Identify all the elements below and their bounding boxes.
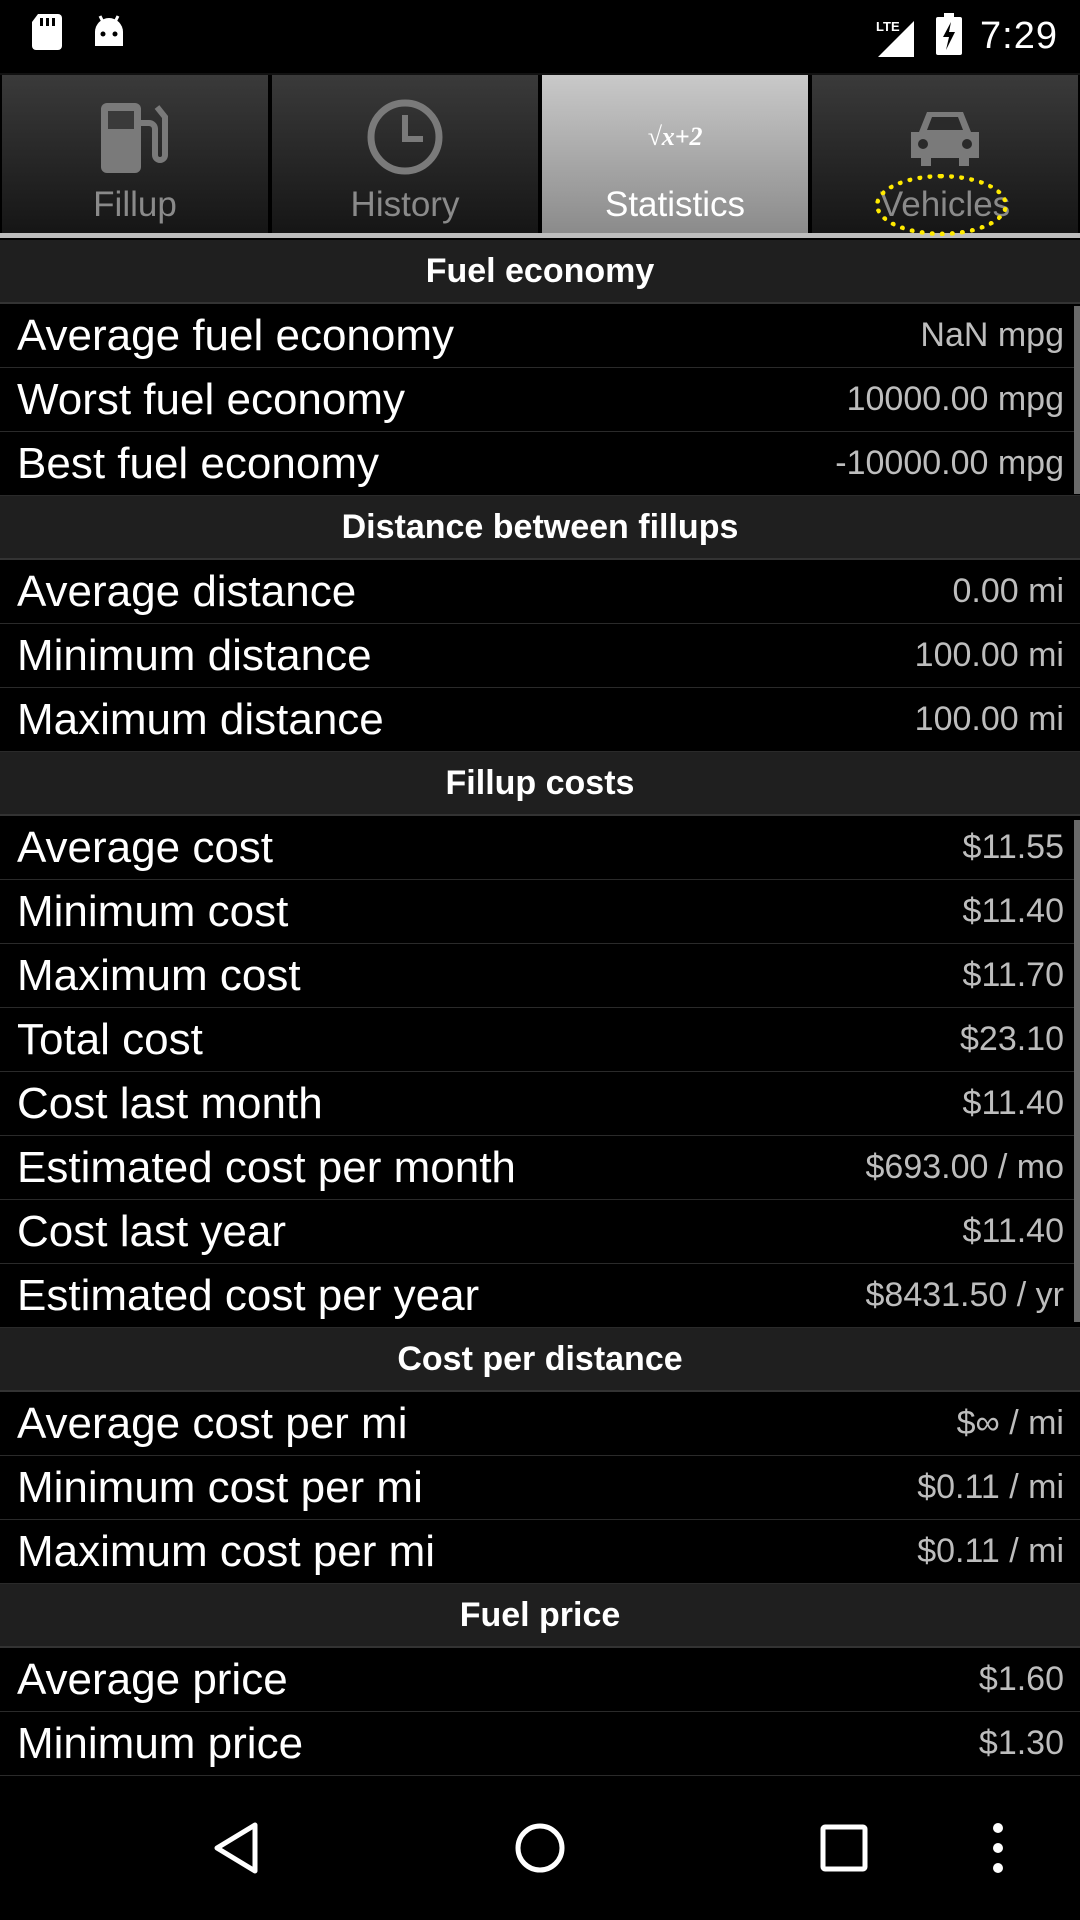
tab-fillup[interactable]: Fillup xyxy=(0,75,270,235)
stat-value: $0.11 / mi xyxy=(917,1468,1064,1506)
stat-row: Minimum distance 100.00 mi xyxy=(0,624,1080,688)
battery-charging-icon xyxy=(936,13,963,60)
signal-icon: LTE xyxy=(874,15,918,59)
stat-row: Maximum distance 100.00 mi xyxy=(0,688,1080,752)
overflow-menu-button[interactable] xyxy=(948,1780,1048,1920)
stat-row: Total cost $23.10 xyxy=(0,1008,1080,1072)
stat-value: $11.40 xyxy=(962,1084,1064,1122)
stat-row: Minimum price $1.30 xyxy=(0,1712,1080,1776)
stat-value: NaN mpg xyxy=(920,316,1064,354)
overflow-menu-icon xyxy=(991,1821,1005,1880)
stat-value: $11.40 xyxy=(962,892,1064,930)
stat-row: Minimum cost $11.40 xyxy=(0,880,1080,944)
stat-value: 100.00 mi xyxy=(914,636,1064,674)
scrollbar[interactable] xyxy=(1074,820,1080,1322)
stat-value: $11.55 xyxy=(962,828,1064,866)
stat-row: Cost last year $11.40 xyxy=(0,1200,1080,1264)
stat-label: Maximum distance xyxy=(17,694,384,744)
stat-label: Maximum cost per mi xyxy=(17,1526,436,1576)
home-button[interactable] xyxy=(460,1780,620,1920)
tap-highlight-marker xyxy=(875,174,1008,236)
stat-value: $8431.50 / yr xyxy=(865,1276,1064,1314)
recents-icon xyxy=(819,1823,869,1878)
stat-row: Estimated cost per year $8431.50 / yr xyxy=(0,1264,1080,1328)
back-icon xyxy=(211,1821,261,1880)
tab-label: Statistics xyxy=(604,185,746,224)
stat-label: Estimated cost per month xyxy=(17,1142,516,1192)
stat-label: Minimum cost xyxy=(17,886,289,936)
back-button[interactable] xyxy=(156,1780,316,1920)
stat-row: Average cost $11.55 xyxy=(0,816,1080,880)
fuel-pump-icon xyxy=(95,97,175,177)
home-icon xyxy=(513,1821,567,1880)
stat-value: $693.00 / mo xyxy=(865,1148,1064,1186)
section-header: Fillup costs xyxy=(0,752,1080,816)
section-distance: Distance between fillups Average distanc… xyxy=(0,496,1080,752)
stat-label: Best fuel economy xyxy=(17,438,379,488)
stat-row: Average cost per mi $∞ / mi xyxy=(0,1392,1080,1456)
clock-icon xyxy=(365,97,445,177)
stat-row: Maximum cost per mi $0.11 / mi xyxy=(0,1520,1080,1584)
android-debug-icon xyxy=(92,12,126,55)
section-header: Cost per distance xyxy=(0,1328,1080,1392)
stat-label: Minimum distance xyxy=(17,630,372,680)
section-fillup-costs: Fillup costs Average cost $11.55 Minimum … xyxy=(0,752,1080,1328)
clock-time: 7:29 xyxy=(980,15,1058,57)
stat-label: Average fuel economy xyxy=(17,310,455,360)
section-header: Fuel economy xyxy=(0,240,1080,304)
stat-row: Worst fuel economy 10000.00 mpg xyxy=(0,368,1080,432)
scrollbar[interactable] xyxy=(1074,306,1080,494)
stat-value: 100.00 mi xyxy=(914,700,1064,738)
stat-row: Average fuel economy NaN mpg xyxy=(0,304,1080,368)
stat-label: Average cost per mi xyxy=(17,1398,408,1448)
stat-label: Average price xyxy=(17,1654,288,1704)
stat-value: 0.00 mi xyxy=(952,572,1065,610)
section-cost-per-distance: Cost per distance Average cost per mi $∞ … xyxy=(0,1328,1080,1584)
navigation-bar xyxy=(0,1780,1080,1920)
stat-label: Minimum cost per mi xyxy=(17,1462,423,1512)
stat-value: -10000.00 mpg xyxy=(835,444,1064,482)
stat-value: $∞ / mi xyxy=(956,1404,1064,1442)
stat-row: Minimum cost per mi $0.11 / mi xyxy=(0,1456,1080,1520)
stat-row: Average price $1.60 xyxy=(0,1648,1080,1712)
stat-value: 10000.00 mpg xyxy=(846,380,1064,418)
stat-value: $0.11 / mi xyxy=(917,1532,1064,1570)
section-fuel-economy: Fuel economy Average fuel economy NaN mpg… xyxy=(0,240,1080,496)
stat-label: Total cost xyxy=(17,1014,203,1064)
tab-label: History xyxy=(350,185,460,224)
section-header: Fuel price xyxy=(0,1584,1080,1648)
stat-row: Cost last month $11.40 xyxy=(0,1072,1080,1136)
stat-row: Average distance 0.00 mi xyxy=(0,560,1080,624)
stat-value: $11.70 xyxy=(962,956,1064,994)
tab-statistics[interactable]: √x+2 Statistics xyxy=(540,75,810,235)
stat-label: Minimum price xyxy=(17,1718,304,1768)
sd-card-icon xyxy=(30,12,64,55)
stat-row: Maximum cost $11.70 xyxy=(0,944,1080,1008)
stat-label: Average cost xyxy=(17,822,274,872)
stat-label: Estimated cost per year xyxy=(17,1270,480,1320)
section-fuel-price: Fuel price Average price $1.60 Minimum pr… xyxy=(0,1584,1080,1776)
stat-label: Worst fuel economy xyxy=(17,374,406,424)
tab-label: Fillup xyxy=(93,185,177,224)
stat-value: $23.10 xyxy=(960,1020,1064,1058)
stat-row: Best fuel economy -10000.00 mpg xyxy=(0,432,1080,496)
stat-value: $1.60 xyxy=(978,1660,1064,1698)
sqrt-formula-icon: √x+2 xyxy=(647,97,702,177)
formula-text: √x+2 xyxy=(647,122,703,151)
tab-history[interactable]: History xyxy=(270,75,540,235)
stat-value: $1.30 xyxy=(978,1724,1064,1762)
statistics-list[interactable]: Fuel economy Average fuel economy NaN mpg… xyxy=(0,240,1080,1780)
stat-row: Estimated cost per month $693.00 / mo xyxy=(0,1136,1080,1200)
recents-button[interactable] xyxy=(764,1780,924,1920)
stat-value: $11.40 xyxy=(962,1212,1064,1250)
status-bar: LTE 7:29 xyxy=(0,0,1080,73)
stat-label: Average distance xyxy=(17,566,357,616)
section-header: Distance between fillups xyxy=(0,496,1080,560)
car-icon xyxy=(905,97,985,177)
stat-label: Cost last year xyxy=(17,1206,286,1256)
stat-label: Cost last month xyxy=(17,1078,323,1128)
stat-label: Maximum cost xyxy=(17,950,301,1000)
